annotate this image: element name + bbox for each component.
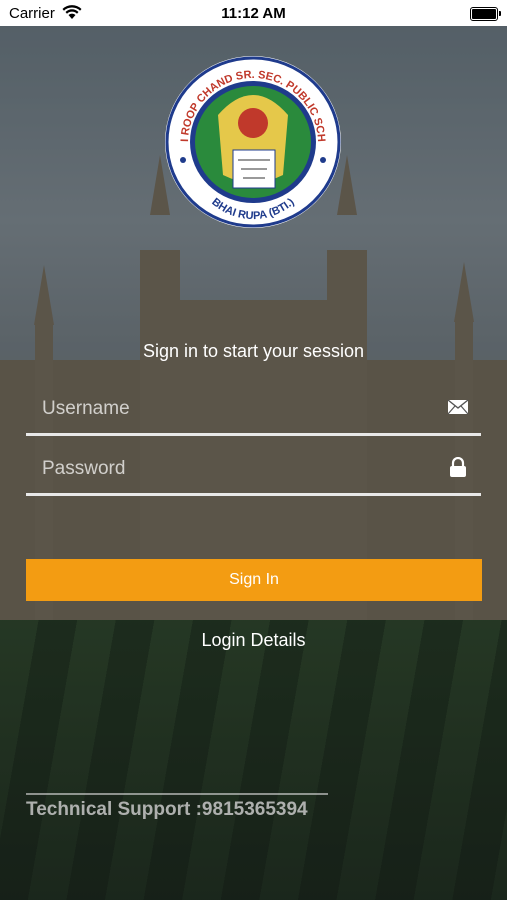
login-subtitle: Sign in to start your session <box>142 341 365 361</box>
password-field[interactable] <box>26 443 481 496</box>
support-divider <box>26 793 328 795</box>
username-field[interactable] <box>26 383 481 436</box>
sign-in-button[interactable]: Sign In <box>26 559 482 601</box>
mail-icon <box>447 399 469 415</box>
technical-support-text[interactable]: Technical Support :9815365394 <box>26 799 308 821</box>
school-logo: BHAI ROOP CHAND SR. SEC. PUBLIC SCHOOL B… <box>163 55 341 228</box>
username-input[interactable] <box>40 393 424 425</box>
clock: 11:12 AM <box>221 5 286 22</box>
password-input[interactable] <box>40 453 424 485</box>
lock-icon <box>450 457 466 477</box>
status-bar: Carrier 11:12 AM <box>0 0 507 26</box>
login-details-link[interactable]: Login Details <box>0 630 507 651</box>
battery-icon <box>470 7 501 21</box>
